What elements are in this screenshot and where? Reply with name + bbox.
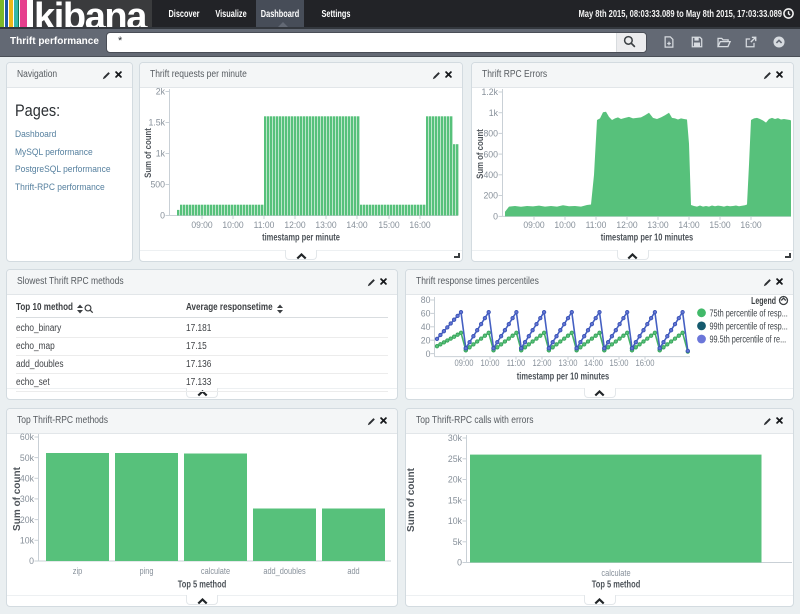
svg-text:ping: ping: [140, 565, 154, 576]
svg-text:200: 200: [483, 190, 498, 200]
svg-text:Top 5 method: Top 5 method: [178, 578, 227, 589]
svg-text:40: 40: [421, 322, 431, 332]
svg-text:16:00: 16:00: [635, 357, 654, 368]
svg-text:0: 0: [493, 211, 498, 221]
svg-text:16:00: 16:00: [409, 220, 430, 231]
svg-text:timestamp per 10 minutes: timestamp per 10 minutes: [601, 231, 693, 242]
svg-text:600: 600: [483, 149, 498, 159]
svg-text:12:00: 12:00: [284, 220, 305, 231]
svg-text:20k: 20k: [448, 474, 462, 484]
svg-text:calculate: calculate: [201, 565, 230, 576]
svg-text:60: 60: [421, 308, 431, 318]
svg-text:30k: 30k: [448, 433, 462, 443]
svg-text:09:00: 09:00: [454, 357, 473, 368]
svg-text:add_doubles: add_doubles: [263, 565, 305, 576]
svg-text:1.2k: 1.2k: [482, 87, 499, 97]
svg-text:20: 20: [421, 335, 431, 345]
svg-text:Sum of count: Sum of count: [12, 466, 23, 531]
svg-text:Sum of count: Sum of count: [406, 467, 417, 532]
svg-text:1k: 1k: [156, 148, 166, 158]
svg-text:99.5th percentile of re...: 99.5th percentile of re...: [710, 333, 787, 344]
svg-text:Top 5 method: Top 5 method: [592, 578, 641, 589]
svg-text:Legend: Legend: [751, 295, 776, 307]
svg-text:10:00: 10:00: [554, 220, 575, 231]
svg-text:10k: 10k: [20, 535, 34, 545]
svg-text:14:00: 14:00: [346, 220, 367, 231]
svg-text:13:00: 13:00: [647, 220, 668, 231]
svg-text:timestamp per 10 minutes: timestamp per 10 minutes: [517, 370, 609, 381]
svg-text:11:00: 11:00: [586, 220, 607, 231]
svg-text:12:00: 12:00: [616, 220, 637, 231]
svg-text:14:00: 14:00: [584, 357, 603, 368]
svg-text:10:00: 10:00: [222, 220, 243, 231]
svg-text:800: 800: [483, 128, 498, 138]
svg-text:15:00: 15:00: [609, 357, 628, 368]
svg-text:15k: 15k: [448, 495, 462, 505]
svg-text:timestamp per minute: timestamp per minute: [262, 231, 340, 242]
svg-text:12:00: 12:00: [532, 357, 551, 368]
svg-text:99th percentile of resp...: 99th percentile of resp...: [710, 320, 788, 331]
svg-text:5k: 5k: [453, 537, 463, 547]
svg-text:500: 500: [150, 179, 165, 189]
svg-text:13:00: 13:00: [315, 220, 336, 231]
svg-text:0: 0: [29, 556, 34, 566]
svg-text:13:00: 13:00: [558, 357, 577, 368]
svg-text:0: 0: [160, 210, 165, 220]
svg-text:10:00: 10:00: [480, 357, 499, 368]
svg-text:14:00: 14:00: [678, 220, 699, 231]
svg-text:25k: 25k: [448, 454, 462, 464]
svg-text:16:00: 16:00: [740, 220, 761, 231]
svg-text:11:00: 11:00: [254, 220, 275, 231]
svg-text:Sum of count: Sum of count: [474, 129, 485, 179]
svg-text:1.5k: 1.5k: [149, 117, 166, 127]
svg-text:400: 400: [483, 170, 498, 180]
svg-text:zip: zip: [73, 565, 83, 576]
svg-text:15:00: 15:00: [709, 220, 730, 231]
svg-text:11:00: 11:00: [507, 357, 526, 368]
svg-text:calculate: calculate: [601, 567, 630, 578]
svg-text:09:00: 09:00: [523, 220, 544, 231]
svg-text:09:00: 09:00: [191, 220, 212, 231]
svg-text:10k: 10k: [448, 516, 462, 526]
svg-text:60k: 60k: [20, 432, 34, 442]
svg-text:50k: 50k: [20, 452, 34, 462]
svg-text:0: 0: [426, 348, 431, 358]
svg-text:Sum of count: Sum of count: [142, 128, 153, 178]
svg-text:0: 0: [457, 557, 462, 567]
svg-text:add: add: [347, 565, 360, 576]
svg-text:80: 80: [421, 295, 431, 305]
svg-text:15:00: 15:00: [378, 220, 399, 231]
svg-text:2k: 2k: [156, 86, 166, 96]
svg-text:75th percentile of resp...: 75th percentile of resp...: [710, 307, 788, 318]
svg-text:1k: 1k: [489, 108, 499, 118]
